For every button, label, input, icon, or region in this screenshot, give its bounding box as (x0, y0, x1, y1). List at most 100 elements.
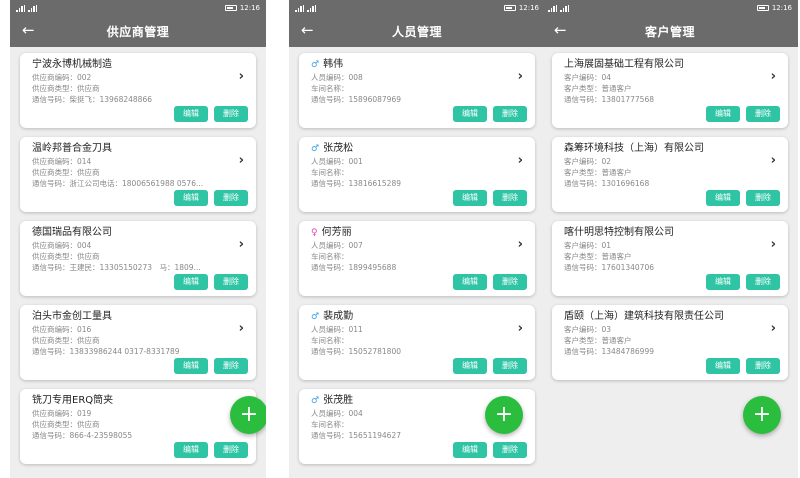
customer-card[interactable]: 喀什明思特控制有限公司 客户编码：01 客户类型：普通客户 通信号码：17601… (552, 221, 788, 296)
delete-button[interactable]: 删除 (214, 442, 248, 458)
delete-button[interactable]: 删除 (493, 274, 527, 290)
supplier-code: 供应商编码：016 (32, 325, 92, 334)
edit-button[interactable]: 编辑 (453, 358, 487, 374)
delete-button[interactable]: 删除 (214, 274, 248, 290)
customer-card[interactable]: 森筹环境科技（上海）有限公司 客户编码：02 客户类型：普通客户 通信号码：13… (552, 137, 788, 212)
chevron-right-icon[interactable]: › (771, 69, 776, 84)
edit-button[interactable]: 编辑 (174, 274, 208, 290)
chevron-right-icon[interactable]: › (771, 153, 776, 168)
person-name: 韩伟 (323, 59, 344, 70)
supplier-code: 供应商编码：019 (32, 409, 92, 418)
customer-card[interactable]: 盾颐（上海）建筑科技有限责任公司 客户编码：03 客户类型：普通客户 通信号码：… (552, 305, 788, 380)
edit-button[interactable]: 编辑 (453, 442, 487, 458)
supplier-card[interactable]: 宁波永博机械制造 供应商编码：002 供应商类型：供应商 通信号码：柴挺飞：13… (20, 53, 256, 128)
customer-card[interactable]: 上海展固基础工程有限公司 客户编码：04 客户类型：普通客户 通信号码：1380… (552, 53, 788, 128)
edit-button[interactable]: 编辑 (174, 442, 208, 458)
chevron-right-icon[interactable]: › (518, 69, 523, 84)
chevron-right-icon[interactable]: › (239, 153, 244, 168)
person-code: 人员编码：011 (311, 325, 363, 334)
personnel-card[interactable]: ♂ 裴成勤 人员编码：011 车间名称： 通信号码：15052781800 › 编… (299, 305, 535, 380)
status-left (295, 4, 316, 12)
signal-icon (16, 4, 25, 12)
app-bar: ← 客户管理 (542, 16, 798, 47)
status-left (548, 4, 569, 12)
edit-button[interactable]: 编辑 (453, 274, 487, 290)
arrow-left-icon[interactable]: ← (22, 23, 35, 38)
chevron-right-icon[interactable]: › (771, 237, 776, 252)
edit-button[interactable]: 编辑 (706, 190, 740, 206)
page-title: 供应商管理 (106, 25, 170, 39)
customer-type: 客户类型：普通客户 (564, 168, 632, 177)
delete-button[interactable]: 删除 (746, 358, 780, 374)
edit-button[interactable]: 编辑 (453, 106, 487, 122)
personnel-card[interactable]: ♂ 张茂松 人员编码：001 车间名称： 通信号码：13816615289 › 编… (299, 137, 535, 212)
customer-name: 喀什明思特控制有限公司 (564, 227, 674, 238)
supplier-type: 供应商类型：供应商 (32, 420, 100, 429)
supplier-type: 供应商类型：供应商 (32, 84, 100, 93)
supplier-card[interactable]: 铣刀专用ERQ筒夹 供应商编码：019 供应商类型：供应商 通信号码：866-4… (20, 389, 256, 464)
customer-phone: 通信号码：13484786999 (564, 347, 654, 356)
add-supplier-button[interactable]: + (230, 396, 266, 434)
male-icon: ♂ (311, 312, 320, 322)
personnel-card[interactable]: ♂ 韩伟 人员编码：008 车间名称： 通信号码：15896087969 › 编辑… (299, 53, 535, 128)
supplier-phone: 通信号码：王建民：13305150273 马：1809... (32, 263, 201, 272)
edit-button[interactable]: 编辑 (453, 190, 487, 206)
chevron-right-icon[interactable]: › (518, 153, 523, 168)
edit-button[interactable]: 编辑 (706, 274, 740, 290)
delete-button[interactable]: 删除 (214, 358, 248, 374)
edit-button[interactable]: 编辑 (174, 358, 208, 374)
chevron-right-icon[interactable]: › (518, 321, 523, 336)
customer-type: 客户类型：普通客户 (564, 252, 632, 261)
person-workshop: 车间名称： (311, 168, 349, 177)
person-workshop: 车间名称： (311, 252, 349, 261)
chevron-right-icon[interactable]: › (239, 237, 244, 252)
person-name: 何芳丽 (321, 227, 352, 238)
chevron-right-icon[interactable]: › (518, 237, 523, 252)
delete-button[interactable]: 删除 (214, 106, 248, 122)
chevron-right-icon[interactable]: › (239, 321, 244, 336)
status-time: 12:16 (239, 4, 260, 12)
arrow-left-icon[interactable]: ← (554, 23, 567, 38)
personnel-screen: 12:16 ← 人员管理 ♂ 韩伟 人员编码：008 车间名称： 通信号码：158… (289, 0, 545, 478)
person-phone: 通信号码：13816615289 (311, 179, 401, 188)
screenshot-stage: 12:16 ← 供应商管理 宁波永博机械制造 供应商编码：002 供应商类型：供… (0, 0, 800, 478)
delete-button[interactable]: 删除 (493, 358, 527, 374)
supplier-phone: 通信号码：866-4-23598055 (32, 431, 133, 440)
signal-icon (28, 4, 37, 12)
card-actions: 编辑 删除 (453, 358, 527, 374)
delete-button[interactable]: 删除 (746, 106, 780, 122)
status-left (16, 4, 37, 12)
supplier-name: 温岭邦普合金刀具 (32, 143, 112, 154)
supplier-card[interactable]: 德国瑞品有限公司 供应商编码：004 供应商类型：供应商 通信号码：王建民：13… (20, 221, 256, 296)
male-icon: ♂ (311, 144, 320, 154)
arrow-left-icon[interactable]: ← (301, 23, 314, 38)
chevron-right-icon[interactable]: › (239, 69, 244, 84)
edit-button[interactable]: 编辑 (174, 106, 208, 122)
delete-button[interactable]: 删除 (746, 190, 780, 206)
edit-button[interactable]: 编辑 (706, 358, 740, 374)
supplier-card[interactable]: 温岭邦普合金刀具 供应商编码：014 供应商类型：供应商 通信号码：浙江公司电话… (20, 137, 256, 212)
chevron-right-icon[interactable]: › (771, 321, 776, 336)
card-actions: 编辑 删除 (174, 190, 248, 206)
supplier-card[interactable]: 泊头市金创工量具 供应商编码：016 供应商类型：供应商 通信号码：138339… (20, 305, 256, 380)
add-person-button[interactable]: + (485, 396, 523, 434)
card-actions: 编辑 删除 (706, 106, 780, 122)
edit-button[interactable]: 编辑 (174, 190, 208, 206)
person-code: 人员编码：007 (311, 241, 363, 250)
person-name: 张茂松 (323, 143, 354, 154)
supplier-type: 供应商类型：供应商 (32, 252, 100, 261)
supplier-name: 德国瑞品有限公司 (32, 227, 112, 238)
delete-button[interactable]: 删除 (746, 274, 780, 290)
delete-button[interactable]: 删除 (493, 190, 527, 206)
delete-button[interactable]: 删除 (493, 442, 527, 458)
personnel-card[interactable]: ♀ 何芳丽 人员编码：007 车间名称： 通信号码：1899495688 › 编辑… (299, 221, 535, 296)
status-time: 12:16 (518, 4, 539, 12)
card-actions: 编辑 删除 (453, 190, 527, 206)
delete-button[interactable]: 删除 (493, 106, 527, 122)
add-customer-button[interactable]: + (743, 396, 781, 434)
customer-code: 客户编码：01 (564, 241, 612, 250)
edit-button[interactable]: 编辑 (706, 106, 740, 122)
supplier-phone: 通信号码：浙江公司电话：18006561988 0576... (32, 179, 204, 188)
delete-button[interactable]: 删除 (214, 190, 248, 206)
supplier-name: 铣刀专用ERQ筒夹 (32, 395, 114, 406)
